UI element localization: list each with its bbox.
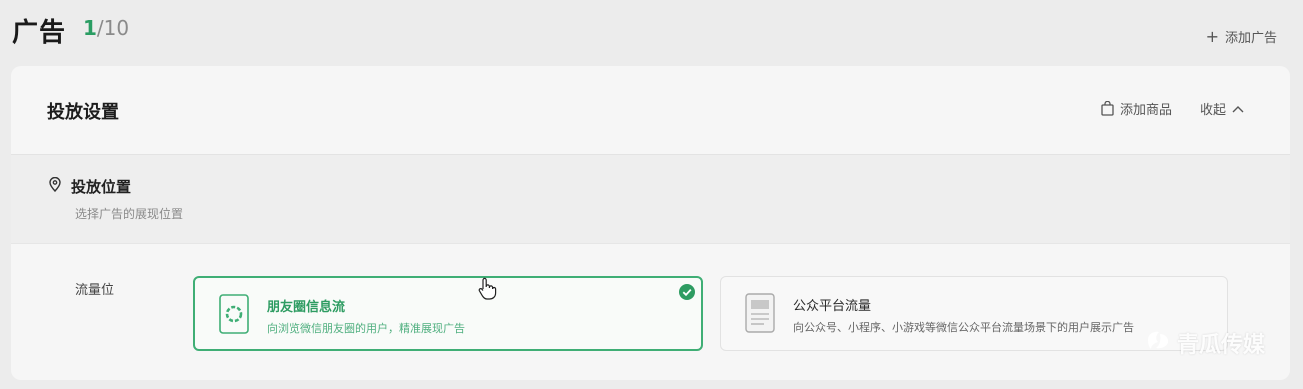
top-bar: 广告 1/10 + 添加广告 xyxy=(0,0,1303,62)
add-product-button[interactable]: 添加商品 xyxy=(1101,99,1172,118)
collapse-label: 收起 xyxy=(1199,103,1226,118)
add-product-label: 添加商品 xyxy=(1119,103,1172,118)
chevron-up-icon xyxy=(1232,105,1244,113)
page-title: 广告 xyxy=(12,18,67,48)
option-moments-feed[interactable]: 朋友圈信息流 向浏览微信朋友圈的用户，精准展现广告 xyxy=(193,276,703,351)
check-circle-icon xyxy=(679,284,695,304)
shopping-bag-icon xyxy=(1101,101,1114,116)
option-title: 朋友圈信息流 xyxy=(267,300,346,315)
card-title: 投放设置 xyxy=(47,102,119,123)
placement-title: 投放位置 xyxy=(49,176,131,197)
traffic-slot-label: 流量位 xyxy=(75,283,115,298)
delivery-settings-card: 投放设置 添加商品 收起 投放位置 选择广告的展现位置 流量位 朋友圈信息流 向… xyxy=(11,66,1290,380)
placement-title-text: 投放位置 xyxy=(71,178,132,196)
ad-count-current: 1 xyxy=(83,16,97,40)
hand-pointer-icon xyxy=(477,277,497,305)
moments-icon xyxy=(219,294,249,338)
plus-icon: + xyxy=(1205,27,1219,46)
location-pin-icon xyxy=(49,176,61,196)
article-icon xyxy=(745,293,775,337)
add-ad-label: 添加广告 xyxy=(1224,31,1277,46)
add-ad-button[interactable]: + 添加广告 xyxy=(1205,27,1277,47)
placement-subtitle: 选择广告的展现位置 xyxy=(75,207,184,221)
collapse-button[interactable]: 收起 xyxy=(1200,99,1244,118)
option-desc: 向公众号、小程序、小游戏等微信公众平台流量场景下的用户展示广告 xyxy=(793,321,1134,334)
watermark-logo-icon xyxy=(1145,329,1171,357)
ad-count-total: /10 xyxy=(96,16,130,40)
watermark: 青瓜传媒 xyxy=(1145,327,1265,359)
option-desc: 向浏览微信朋友圈的用户，精准展现广告 xyxy=(267,322,465,335)
ad-counter: 1/10 xyxy=(83,16,129,40)
option-title: 公众平台流量 xyxy=(793,299,872,314)
watermark-text: 青瓜传媒 xyxy=(1177,333,1266,358)
placement-section-header: 投放位置 选择广告的展现位置 xyxy=(11,155,1290,244)
header-actions: 添加商品 收起 xyxy=(1101,99,1244,118)
card-header: 投放设置 添加商品 收起 xyxy=(11,66,1290,155)
